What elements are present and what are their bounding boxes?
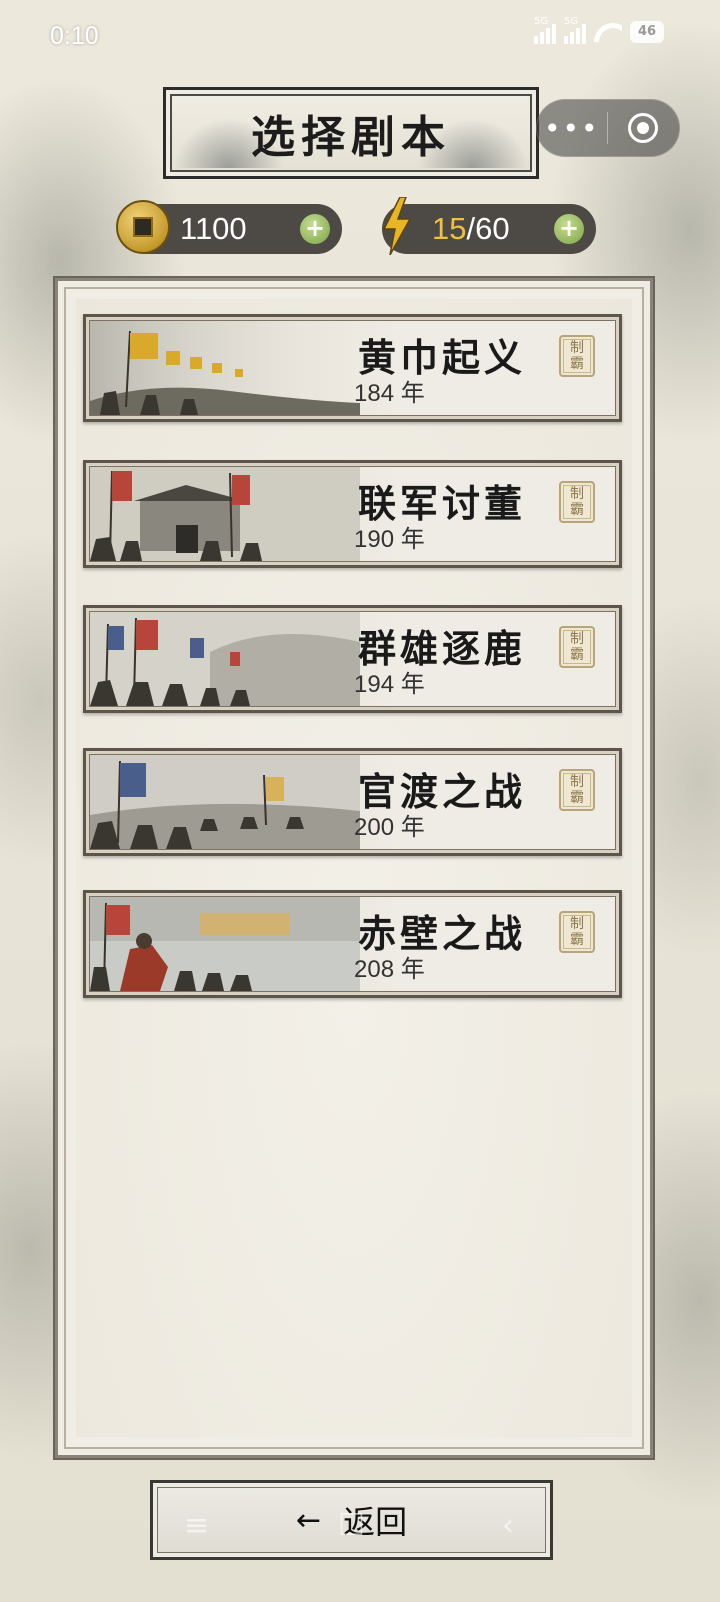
coin-icon <box>116 200 170 254</box>
scenario-art <box>90 755 360 849</box>
signal-icon: 5G <box>534 16 556 44</box>
scenario-year: 200 年 <box>354 814 425 841</box>
scenario-art <box>90 897 360 991</box>
scenario-card-warlords[interactable]: 群雄逐鹿 194 年 制霸 <box>83 605 622 713</box>
scenario-art <box>90 321 360 415</box>
signal-icon-2: 5G <box>564 16 586 44</box>
page-title-frame: 选择剧本 <box>163 87 539 179</box>
nav-back-icon[interactable]: ‹ <box>502 1508 514 1543</box>
energy-counter: 15/60 + <box>382 197 596 255</box>
scenario-year: 184 年 <box>354 380 425 407</box>
coin-counter: 1100 + <box>116 200 342 254</box>
coin-value: 1100 <box>180 211 247 246</box>
scenario-panel <box>55 278 653 1458</box>
scenario-year: 194 年 <box>354 671 425 698</box>
nav-menu-icon[interactable]: ≡ <box>184 1508 209 1543</box>
scenario-card-red-cliffs[interactable]: 赤壁之战 208 年 制霸 <box>83 890 622 998</box>
close-miniprogram-button[interactable] <box>608 100 680 156</box>
seal-stamp-icon: 制霸 <box>559 911 595 953</box>
page-title: 选择剧本 <box>251 112 451 163</box>
status-icons: 5G 5G 46 <box>534 16 664 44</box>
add-energy-button[interactable]: + <box>554 214 584 244</box>
status-bar: 0:10 5G 5G 46 <box>0 0 720 72</box>
scenario-card-coalition-vs-dong[interactable]: 联军讨董 190 年 制霸 <box>83 460 622 568</box>
wifi-icon <box>594 21 622 43</box>
status-time: 0:10 <box>50 22 99 50</box>
battery-icon: 46 <box>630 21 664 43</box>
more-icon: ••• <box>543 111 600 145</box>
miniprogram-capsule: ••• <box>536 99 680 157</box>
seal-stamp-icon: 制霸 <box>559 769 595 811</box>
scenario-year: 190 年 <box>354 526 425 553</box>
add-coins-button[interactable]: + <box>300 214 330 244</box>
arrow-left-icon: ← <box>295 1502 322 1538</box>
nav-home-icon[interactable]: ☐ <box>338 1508 365 1543</box>
more-button[interactable]: ••• <box>537 100 607 156</box>
target-icon <box>628 113 659 143</box>
scenario-art <box>90 467 360 561</box>
scenario-card-yellow-turban[interactable]: 黄巾起义 184 年 制霸 <box>83 314 622 422</box>
scenario-card-guandu[interactable]: 官渡之战 200 年 制霸 <box>83 748 622 856</box>
scenario-art <box>90 612 360 706</box>
seal-stamp-icon: 制霸 <box>559 626 595 668</box>
seal-stamp-icon: 制霸 <box>559 481 595 523</box>
seal-stamp-icon: 制霸 <box>559 335 595 377</box>
scenario-year: 208 年 <box>354 956 425 983</box>
energy-value: 15/60 <box>432 211 510 246</box>
lightning-icon <box>380 196 414 256</box>
